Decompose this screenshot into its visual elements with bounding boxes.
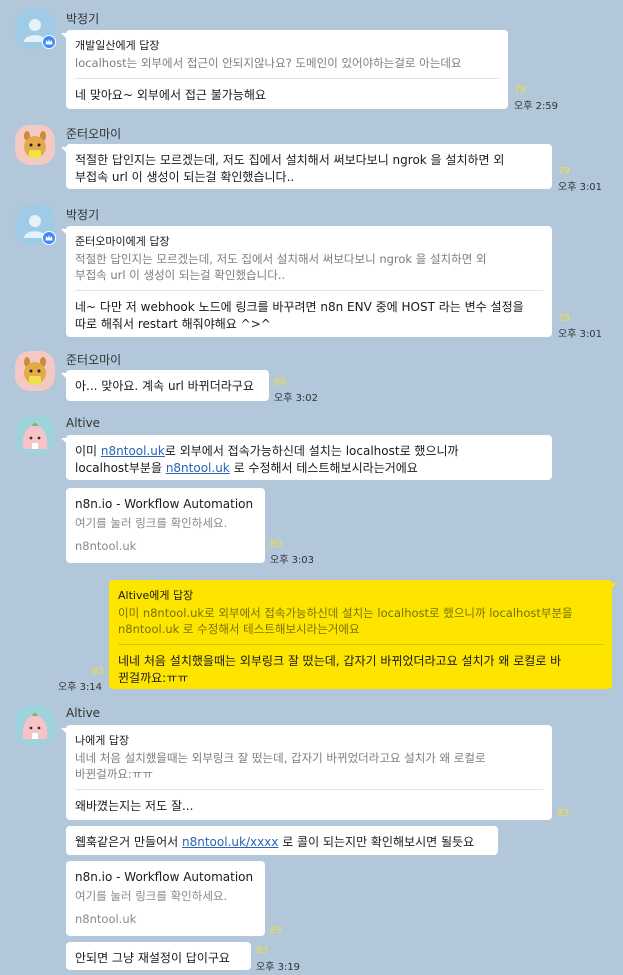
unread-count: 80 [270, 539, 283, 550]
my-reply-message-bubble[interactable]: Altive에게 답장 이미 n8ntool.uk로 외부에서 접속가능하신데 … [109, 580, 612, 689]
apeach-character-icon [15, 415, 55, 455]
reply-quote-line: n8ntool.uk 로 수정해서 테스트해보시라는거에요 [118, 622, 360, 636]
link-preview-title: n8n.io - Workflow Automation [75, 497, 254, 511]
timestamp: 오후 3:03 [270, 555, 315, 566]
reply-quote-line: 부접속 url 이 생성이 되는걸 확인했습니다.. [75, 268, 286, 282]
unread-count: 83 [256, 945, 269, 956]
avatar-altive[interactable] [15, 705, 55, 745]
message-bubble[interactable]: 안되면 그냥 재설정이 답이구요 [66, 942, 251, 970]
reply-header: 개발일산에게 답장 [75, 39, 160, 52]
unread-count: 83 [270, 925, 283, 936]
message-text-line: 뀐걸까요:ㅠㅠ [118, 671, 189, 685]
message-bubble[interactable]: 적절한 답인지는 모르겠는데, 저도 집에서 설치해서 써보다보니 ngrok … [66, 144, 552, 189]
reply-quote-line: 적절한 답인지는 모르겠는데, 저도 집에서 설치해서 써보다보니 ngrok … [75, 252, 487, 266]
message-text: 네 맞아요~ 외부에서 접근 불가능해요 [75, 88, 266, 102]
avatar-jun[interactable] [15, 125, 55, 165]
message-link[interactable]: n8ntool.uk [101, 444, 165, 458]
link-preview-card[interactable]: n8n.io - Workflow Automation 여기를 눌러 링크를 … [66, 861, 265, 936]
reply-message-bubble[interactable]: 준터오마이에게 답장 적절한 답인지는 모르겠는데, 저도 집에서 설치해서 써… [66, 226, 552, 337]
reply-divider [75, 290, 543, 291]
message-link[interactable]: n8ntool.uk/xxxx [182, 835, 278, 849]
reply-header: 준터오마이에게 답장 [75, 235, 170, 248]
message-text-line: 네네 처음 설치했을때는 외부링크 잘 떴는데, 갑자기 바뀌었더라고요 설치가… [118, 654, 562, 668]
bubble-tail [61, 373, 67, 379]
message-text: 안되면 그냥 재설정이 답이구요 [75, 951, 230, 965]
link-preview-domain: n8ntool.uk [75, 539, 137, 553]
timestamp: 오후 2:59 [514, 101, 559, 112]
sender-name: Altive [66, 706, 101, 720]
bubble-tail [61, 728, 67, 734]
link-preview-description: 여기를 눌러 링크를 확인하세요. [75, 516, 228, 530]
reply-quote-line: 바뀐걸까요:ㅠㅠ [75, 767, 153, 781]
reply-quote-line: 이미 n8ntool.uk로 외부에서 접속가능하신데 설치는 localhos… [118, 606, 573, 620]
ryan-character-icon [15, 125, 55, 165]
message-text-line: 따로 해줘서 restart 해줘야해요 ^>^ [75, 317, 271, 331]
message-text: 아... 맞아요. 계속 url 바뀌더라구요 [75, 379, 254, 393]
reply-header: 나에게 답장 [75, 734, 130, 747]
reply-quote-line: 네네 처음 설치했을때는 외부링크 잘 떴는데, 갑자기 바뀌었더라고요 설치가… [75, 751, 486, 765]
unread-count: 79 [514, 85, 527, 96]
bubble-tail [611, 583, 617, 589]
text-segment: 로 콜이 되는지만 확인해보시면 될듯요 [278, 835, 475, 849]
message-bubble[interactable]: 이미 n8ntool.uk로 외부에서 접속가능하신데 설치는 localhos… [66, 435, 552, 480]
text-segment: 웹훅같은거 만들어서 [75, 835, 182, 849]
sender-name: Altive [66, 416, 101, 430]
bubble-tail [61, 229, 67, 235]
message-text-line: localhost부분을 n8ntool.uk 로 수정해서 테스트해보시라는거… [75, 460, 543, 477]
unread-count: 83 [557, 808, 570, 819]
message-text: 왜바꼈는지는 저도 잘... [75, 799, 194, 813]
ryan-character-icon [15, 351, 55, 391]
sender-name: 준터오마이 [66, 353, 122, 367]
message-bubble[interactable]: 아... 맞아요. 계속 url 바뀌더라구요 [66, 370, 269, 401]
text-segment: localhost부분을 [75, 461, 166, 475]
avatar-jun[interactable] [15, 351, 55, 391]
message-text-line: 부접속 url 이 생성이 되는걸 확인했습니다.. [75, 170, 295, 184]
bubble-tail [61, 147, 67, 153]
timestamp: 오후 3:14 [58, 682, 103, 693]
avatar-altive[interactable] [15, 415, 55, 455]
reply-message-bubble[interactable]: 개발일산에게 답장 localhost는 외부에서 접근이 안되지않나요? 도메… [66, 30, 508, 109]
reply-divider [75, 78, 499, 79]
unread-count: 79 [558, 166, 571, 177]
text-segment: 로 수정해서 테스트해보시라는거에요 [229, 461, 418, 475]
sender-name: 준터오마이 [66, 127, 122, 141]
text-segment: 이미 [75, 444, 101, 458]
reply-divider [75, 789, 543, 790]
bubble-tail [61, 438, 67, 444]
sender-name: 박정기 [66, 208, 100, 222]
timestamp: 오후 3:02 [274, 393, 319, 404]
message-text-line: 네~ 다만 저 webhook 노드에 링크를 바꾸려면 n8n ENV 중에 … [75, 300, 524, 314]
timestamp: 오후 3:01 [558, 329, 603, 340]
link-preview-title: n8n.io - Workflow Automation [75, 870, 254, 884]
text-segment: 로 외부에서 접속가능하신데 설치는 localhost로 했으니까 [164, 444, 459, 458]
unread-count: 79 [558, 313, 571, 324]
unread-count: 80 [274, 377, 287, 388]
reply-quote: localhost는 외부에서 접근이 안되지않나요? 도메인이 있어야하는걸로… [75, 56, 462, 70]
bubble-tail [61, 33, 67, 39]
unread-count: 83 [92, 666, 105, 677]
link-preview-card[interactable]: n8n.io - Workflow Automation 여기를 눌러 링크를 … [66, 488, 265, 563]
timestamp: 오후 3:19 [256, 962, 301, 973]
message-text-line: 이미 n8ntool.uk로 외부에서 접속가능하신데 설치는 localhos… [75, 443, 543, 460]
apeach-character-icon [15, 705, 55, 745]
message-text-line: 웹훅같은거 만들어서 n8ntool.uk/xxxx 로 콜이 되는지만 확인해… [75, 834, 489, 851]
reply-header: Altive에게 답장 [118, 589, 194, 602]
link-preview-description: 여기를 눌러 링크를 확인하세요. [75, 889, 228, 903]
reply-divider [118, 644, 603, 645]
message-bubble[interactable]: 웹훅같은거 만들어서 n8ntool.uk/xxxx 로 콜이 되는지만 확인해… [66, 826, 498, 855]
timestamp: 오후 3:01 [558, 182, 603, 193]
message-text-line: 적절한 답인지는 모르겠는데, 저도 집에서 설치해서 써보다보니 ngrok … [75, 153, 505, 167]
reply-message-bubble[interactable]: 나에게 답장 네네 처음 설치했을때는 외부링크 잘 떴는데, 갑자기 바뀌었더… [66, 725, 552, 820]
crown-badge-icon [42, 35, 56, 49]
link-preview-domain: n8ntool.uk [75, 912, 137, 926]
sender-name: 박정기 [66, 12, 100, 26]
message-link[interactable]: n8ntool.uk [166, 461, 230, 475]
crown-badge-icon [42, 231, 56, 245]
